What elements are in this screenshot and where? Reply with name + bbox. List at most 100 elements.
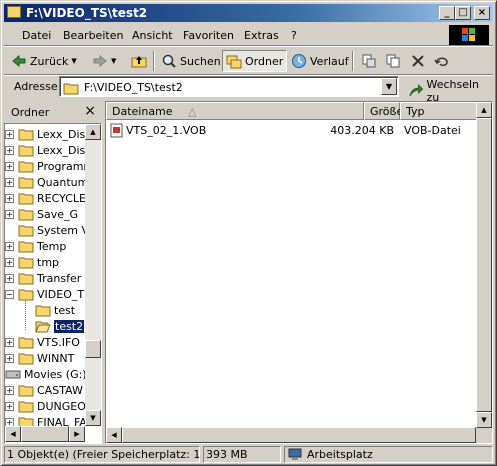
forward-button[interactable]: ▼ [89,50,119,72]
expand-icon[interactable]: + [5,258,14,267]
address-bar: Adresse F:\VIDEO_TS\test2 ▼ Wechseln zu [4,76,493,104]
folder-icon [18,209,34,221]
expand-icon[interactable]: + [5,386,14,395]
tree-item[interactable]: + CASTAW [5,382,87,398]
hscroll-thumb[interactable] [21,426,69,442]
tree-item-label: Save_G [37,208,79,221]
tree-item[interactable]: + DUNGEOI [5,398,89,414]
menu-extras[interactable]: Extras [244,29,279,42]
maximize-button[interactable]: □ [455,6,471,20]
undo-button[interactable] [431,50,453,72]
copy-to-button[interactable] [382,50,404,72]
drive-icon [5,370,21,379]
collapse-icon[interactable]: − [5,290,14,299]
scroll-up-button[interactable]: ▲ [85,124,101,140]
search-button[interactable]: Suchen [158,50,224,72]
scroll-left-button[interactable]: ◀ [106,427,122,443]
menu-bearbeiten[interactable]: Bearbeiten [63,29,123,42]
scroll-right-button[interactable]: ▶ [69,426,85,442]
close-button[interactable]: × [474,6,490,20]
file-list-hscrollbar[interactable]: ◀ [106,427,476,443]
expand-icon[interactable]: + [5,178,14,187]
tree-item-label: Movies (G:) [24,368,87,381]
scroll-down-button[interactable]: ▼ [476,412,492,428]
column-header-size[interactable]: Größe [364,102,403,120]
folders-icon [226,55,242,69]
tree-item[interactable]: + Temp [5,238,87,254]
menu-favoriten[interactable]: Favoriten [183,29,234,42]
file-list-vscrollbar[interactable]: ▲ ▼ [476,102,492,428]
back-button[interactable]: Zurück ▼ [8,50,80,72]
folder-icon [18,385,34,397]
address-text: F:\VIDEO_TS\test2 [84,81,183,94]
back-label: Zurück [30,54,69,68]
tree-item[interactable]: System V [5,222,89,238]
expand-icon[interactable]: + [5,210,14,219]
go-arrow-icon [409,84,424,97]
history-label: Verlauf [310,54,349,68]
tree-hscrollbar[interactable]: ◀ ▶ [5,426,85,442]
column-name-label: Dateiname [112,105,173,118]
menu-ansicht[interactable]: Ansicht [132,29,173,42]
tree-item[interactable]: + Programr [5,158,88,174]
back-dropdown-icon[interactable]: ▼ [71,57,76,65]
tree-item[interactable]: + Lexx_Dis [5,142,87,158]
tree-item[interactable]: Movies (G:) [5,366,87,382]
scroll-left-button[interactable]: ◀ [5,426,21,442]
explorer-window: F:\VIDEO_TS\test2 _ □ × Datei Bearbeiten… [0,0,497,466]
vscroll-thumb[interactable] [476,118,492,412]
expand-icon[interactable]: + [5,402,14,411]
expand-icon[interactable]: + [5,162,14,171]
tree-item[interactable]: + Quantum [5,174,88,190]
up-folder-icon [131,56,147,68]
tree-vscrollbar[interactable]: ▲ ▼ [85,124,101,426]
tree-item[interactable]: + Transfer [5,270,87,286]
address-input[interactable]: F:\VIDEO_TS\test2 ▼ [59,76,399,97]
folder-icon [18,401,34,413]
hscroll-thumb[interactable] [122,427,476,443]
expand-icon[interactable]: + [5,338,14,347]
windows-flag-icon [462,28,476,42]
tree-item[interactable]: + Lexx_Dis [5,126,87,142]
menu-help[interactable]: ? [291,29,297,42]
tree-item-label: Programr [37,160,88,173]
tree-item[interactable]: + RECYCLE [5,190,87,206]
file-list: Dateiname △ Größe Typ VTS_02_1.VOB 403.2… [105,101,493,444]
tree-item[interactable]: + VTS.IFO [5,334,87,350]
address-dropdown-icon[interactable]: ▼ [381,78,397,95]
tree-item[interactable]: + Save_G [5,206,87,222]
history-button[interactable]: Verlauf [288,50,352,72]
status-bar: 1 Objekt(e) (Freier Speicherplatz: 12,2 … [4,446,493,463]
toolbar-separator [153,51,155,71]
scroll-down-button[interactable]: ▼ [85,410,101,426]
expand-icon[interactable]: + [5,194,14,203]
close-pane-icon[interactable]: × [84,103,96,119]
expand-icon[interactable]: + [5,242,14,251]
file-type: VOB-Datei [404,124,461,137]
tree-item[interactable]: test [5,302,87,318]
title-bar[interactable]: F:\VIDEO_TS\test2 _ □ × [4,4,493,22]
folders-button[interactable]: Ordner [222,50,288,72]
status-zone-label: Arbeitsplatz [307,448,373,461]
column-header-name[interactable]: Dateiname △ [106,102,364,120]
file-row[interactable]: VTS_02_1.VOB 403.204 KB VOB-Datei [106,122,476,139]
status-objects: 1 Objekt(e) (Freier Speicherplatz: 12,2 … [4,446,200,463]
tree-item[interactable]: + WINNT [5,350,87,366]
menu-datei[interactable]: Datei [22,29,51,42]
tree-item[interactable]: + tmp [5,254,87,270]
tree-item[interactable]: − VIDEO_T [5,286,87,302]
tree-item-label: WINNT [37,352,75,365]
expand-icon[interactable]: + [5,354,14,363]
delete-button[interactable] [407,50,429,72]
expand-icon[interactable]: + [5,130,14,139]
folders-pane-title: Ordner [11,106,50,119]
move-to-button[interactable] [358,50,380,72]
expand-icon[interactable]: + [5,146,14,155]
up-folder-button[interactable] [128,50,150,72]
scroll-up-button[interactable]: ▲ [476,102,492,118]
tree-item[interactable]: test2 [5,318,87,334]
vscroll-thumb[interactable] [85,340,101,358]
forward-dropdown-icon[interactable]: ▼ [111,57,116,65]
minimize-button[interactable]: _ [439,6,455,20]
expand-icon[interactable]: + [5,274,14,283]
